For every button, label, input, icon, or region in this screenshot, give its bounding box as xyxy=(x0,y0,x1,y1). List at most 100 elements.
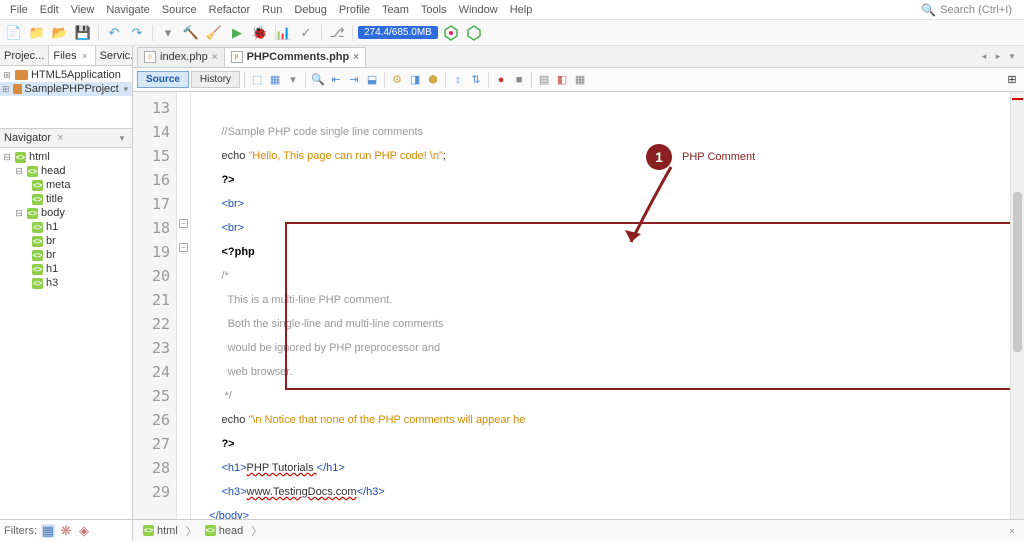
ide-icon-1[interactable] xyxy=(441,23,461,43)
build-icon[interactable]: 🔨 xyxy=(181,23,201,43)
error-marker[interactable] xyxy=(1012,98,1023,100)
tag-icon: <> xyxy=(32,264,43,275)
filters-label: Filters: xyxy=(4,525,37,537)
tab-files[interactable]: Files× xyxy=(49,46,95,65)
menu-run[interactable]: Run xyxy=(256,2,288,18)
history-view-button[interactable]: History xyxy=(191,71,240,88)
tab-services[interactable]: Servic... xyxy=(96,46,132,65)
open-icon[interactable]: 📂 xyxy=(50,23,70,43)
annotation-text: PHP Comment xyxy=(682,145,755,169)
clean-build-icon[interactable]: 🧹 xyxy=(204,23,224,43)
menu-debug[interactable]: Debug xyxy=(288,2,332,18)
nav-node-h1[interactable]: <>h1 xyxy=(0,262,132,276)
new-project-icon[interactable]: 📁 xyxy=(27,23,47,43)
search-box[interactable]: 🔍 Search (Ctrl+I) xyxy=(921,3,1020,17)
close-icon[interactable]: × xyxy=(57,132,63,144)
nav-node-html[interactable]: ⊟<>html xyxy=(0,150,132,164)
toolbar-icon[interactable]: ▦ xyxy=(267,72,283,88)
project-node[interactable]: ⊞SamplePHPProject▾ xyxy=(0,82,132,96)
git-icon[interactable]: ⎇ xyxy=(327,23,347,43)
close-icon[interactable]: × xyxy=(212,52,218,63)
nav-node-br[interactable]: <>br xyxy=(0,234,132,248)
close-icon[interactable]: × xyxy=(79,50,91,62)
record-icon[interactable]: ● xyxy=(493,72,509,88)
tab-scroll-right-icon[interactable]: ▸ xyxy=(992,51,1004,63)
next-icon[interactable]: ⇥ xyxy=(346,72,362,88)
run-icon[interactable]: ▶ xyxy=(227,23,247,43)
nav-node-body[interactable]: ⊟<>body xyxy=(0,206,132,220)
filter-icon[interactable]: ❋ xyxy=(59,524,73,538)
menu-profile[interactable]: Profile xyxy=(333,2,376,18)
toolbar-icon[interactable]: ▾ xyxy=(285,72,301,88)
toolbar-icon[interactable]: ⬢ xyxy=(425,72,441,88)
nav-node-h3[interactable]: <>h3 xyxy=(0,276,132,290)
expand-icon[interactable]: ⊞ xyxy=(1004,72,1020,88)
menu-window[interactable]: Window xyxy=(453,2,504,18)
config-dropdown[interactable]: ▾ xyxy=(158,23,178,43)
nav-node-title[interactable]: <>title xyxy=(0,192,132,206)
menu-source[interactable]: Source xyxy=(156,2,203,18)
close-icon[interactable]: × xyxy=(1006,525,1018,537)
toolbar-icon[interactable]: ⬚ xyxy=(249,72,265,88)
fold-toggle[interactable]: − xyxy=(179,219,188,228)
menu-file[interactable]: File xyxy=(4,2,34,18)
menu-help[interactable]: Help xyxy=(504,2,539,18)
toolbar-icon[interactable]: ⇅ xyxy=(468,72,484,88)
filter-icon[interactable]: ▦ xyxy=(41,524,55,538)
debug-icon[interactable]: 🐞 xyxy=(250,23,270,43)
toolbar-icon[interactable]: ◧ xyxy=(554,72,570,88)
code-editor[interactable]: 13 14 15 16 17 18 19 20 21 22 23 24 25 2… xyxy=(133,92,1024,519)
undo-icon[interactable]: ↶ xyxy=(104,23,124,43)
minimize-icon[interactable]: ▾ xyxy=(116,132,128,144)
php-file-icon: p xyxy=(231,51,243,63)
menu-navigate[interactable]: Navigate xyxy=(100,2,155,18)
code-content[interactable]: //Sample PHP code single line comments e… xyxy=(191,92,1010,519)
new-file-icon[interactable]: 📄 xyxy=(4,23,24,43)
tab-projects[interactable]: Projec... xyxy=(0,46,49,65)
annotation-arrow xyxy=(611,162,691,262)
context-icon[interactable]: ▾ xyxy=(122,83,130,95)
memory-indicator[interactable]: 274.4/685.0MB xyxy=(358,26,438,39)
nav-node-head[interactable]: ⊟<>head xyxy=(0,164,132,178)
menu-tools[interactable]: Tools xyxy=(415,2,453,18)
source-view-button[interactable]: Source xyxy=(137,71,189,88)
project-node[interactable]: ⊞HTML5Application xyxy=(0,68,132,82)
prev-icon[interactable]: ⇤ xyxy=(328,72,344,88)
redo-icon[interactable]: ↷ xyxy=(127,23,147,43)
ide-icon-2[interactable] xyxy=(464,23,484,43)
scrollbar-thumb[interactable] xyxy=(1013,192,1022,352)
tag-icon: <> xyxy=(32,250,43,261)
breadcrumb-item[interactable]: <>html xyxy=(139,524,182,538)
nav-node-meta[interactable]: <>meta xyxy=(0,178,132,192)
profile-icon[interactable]: 📊 xyxy=(273,23,293,43)
vertical-scrollbar[interactable] xyxy=(1010,92,1024,519)
toolbar-icon[interactable]: ◨ xyxy=(407,72,423,88)
nav-node-br[interactable]: <>br xyxy=(0,248,132,262)
toolbar-icon[interactable]: ⬓ xyxy=(364,72,380,88)
save-all-icon[interactable]: 💾 xyxy=(73,23,93,43)
nav-node-h1[interactable]: <>h1 xyxy=(0,220,132,234)
toolbar-icon[interactable]: ▤ xyxy=(536,72,552,88)
menu-team[interactable]: Team xyxy=(376,2,415,18)
find-icon[interactable]: 🔍 xyxy=(310,72,326,88)
menu-edit[interactable]: Edit xyxy=(34,2,65,18)
toolbar-icon[interactable]: ⚙ xyxy=(389,72,405,88)
close-icon[interactable]: × xyxy=(353,52,359,63)
file-tab-phpcomments[interactable]: pPHPComments.php× xyxy=(224,47,367,67)
test-icon[interactable]: ✓ xyxy=(296,23,316,43)
fold-toggle[interactable]: − xyxy=(179,243,188,252)
toolbar-icon[interactable]: ▦ xyxy=(572,72,588,88)
filter-icon[interactable]: ◈ xyxy=(77,524,91,538)
search-placeholder: Search (Ctrl+I) xyxy=(940,4,1012,16)
menu-refactor[interactable]: Refactor xyxy=(203,2,257,18)
php-file-icon: p xyxy=(144,51,156,63)
file-tab-index[interactable]: pindex.php× xyxy=(137,47,225,67)
menu-view[interactable]: View xyxy=(65,2,101,18)
stop-icon[interactable]: ■ xyxy=(511,72,527,88)
tab-list-icon[interactable]: ▾ xyxy=(1006,51,1018,63)
php-project-icon xyxy=(15,70,28,80)
navigator-header: Navigator × ▾ xyxy=(0,128,132,148)
breadcrumb-item[interactable]: <>head xyxy=(201,524,247,538)
tab-scroll-left-icon[interactable]: ◂ xyxy=(978,51,990,63)
toolbar-icon[interactable]: ↕ xyxy=(450,72,466,88)
